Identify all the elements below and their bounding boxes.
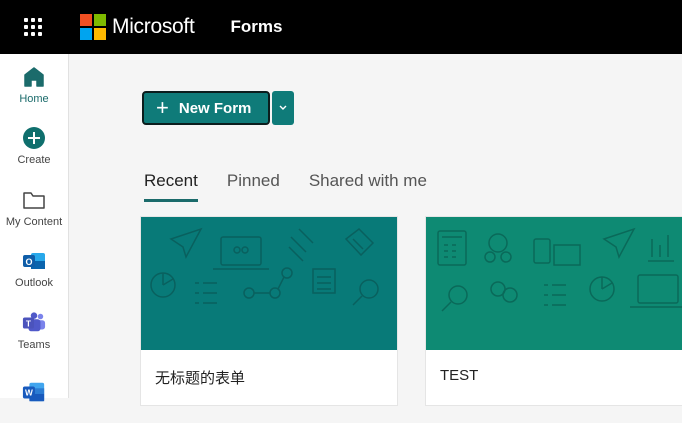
new-form-label: New Form: [179, 100, 252, 117]
form-card-pattern: [426, 217, 682, 350]
sidebar-item-label: Create: [17, 154, 50, 166]
svg-text:O: O: [25, 257, 32, 267]
new-form-button[interactable]: + New Form: [142, 91, 270, 125]
forms-tabs: Recent Pinned Shared with me: [144, 171, 456, 202]
form-card-pattern: [141, 217, 397, 350]
form-card-thumbnail: [426, 217, 682, 350]
folder-icon: [22, 188, 46, 212]
word-icon: W: [22, 380, 46, 404]
microsoft-logo[interactable]: Microsoft: [80, 14, 194, 40]
tab-pinned[interactable]: Pinned: [227, 171, 280, 202]
sidebar-item-teams[interactable]: T Teams: [0, 300, 68, 362]
teams-icon: T: [22, 311, 46, 335]
sidebar-item-label: Teams: [18, 339, 50, 351]
form-card[interactable]: 无标题的表单: [140, 216, 398, 406]
tab-recent[interactable]: Recent: [144, 171, 198, 202]
waffle-icon: [24, 18, 42, 36]
sidebar-item-home[interactable]: Home: [0, 54, 68, 116]
app-launcher-button[interactable]: [0, 0, 66, 54]
chevron-down-icon: [278, 104, 288, 112]
microsoft-logo-icon: [80, 14, 106, 40]
home-icon: [22, 65, 46, 89]
sidebar-item-label: Home: [19, 93, 48, 105]
form-card-title: TEST: [426, 350, 682, 384]
form-card-title: 无标题的表单: [141, 350, 397, 388]
top-bar: Microsoft Forms: [0, 0, 682, 54]
svg-text:T: T: [26, 318, 31, 328]
new-form-group: + New Form: [142, 91, 294, 125]
tab-shared-with-me[interactable]: Shared with me: [309, 171, 427, 202]
main-content: + New Form Recent Pinned Shared with me: [70, 54, 682, 398]
sidebar-item-create[interactable]: Create: [0, 116, 68, 178]
sidebar-item-word[interactable]: W: [0, 362, 68, 423]
form-card[interactable]: TEST: [425, 216, 682, 406]
sidebar-item-outlook[interactable]: O Outlook: [0, 239, 68, 301]
app-name[interactable]: Forms: [230, 17, 282, 37]
new-form-dropdown-button[interactable]: [272, 91, 294, 125]
brand-name: Microsoft: [112, 15, 194, 39]
sidebar-item-label: Outlook: [15, 277, 53, 289]
left-rail: Home Create My Content O Outlook T Teams…: [0, 54, 69, 398]
outlook-icon: O: [22, 249, 46, 273]
plus-icon: +: [156, 97, 169, 119]
plus-circle-icon: [22, 126, 46, 150]
svg-text:W: W: [25, 388, 33, 398]
sidebar-item-my-content[interactable]: My Content: [0, 177, 68, 239]
sidebar-item-label: My Content: [6, 216, 62, 228]
form-card-thumbnail: [141, 217, 397, 350]
